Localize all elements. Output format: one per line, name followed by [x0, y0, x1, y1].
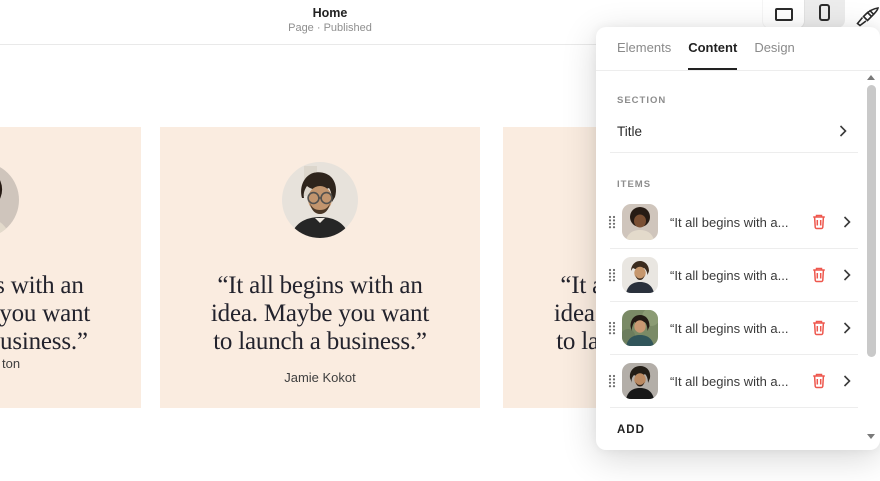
testimonial-author-name: Jamie Kokot — [284, 370, 356, 385]
item-text: “It all begins with a... — [670, 320, 789, 336]
desktop-icon — [774, 8, 793, 21]
item-avatar — [622, 310, 658, 346]
content-settings-panel: Elements Content Design SECTION Title IT… — [596, 27, 880, 450]
item-avatar — [622, 257, 658, 293]
chevron-right-icon — [843, 216, 851, 228]
delete-item-button[interactable] — [811, 213, 829, 231]
items-label: ITEMS — [617, 179, 652, 190]
testimonial-quote: “It all begins with an idea. Maybe you w… — [210, 272, 430, 355]
chevron-right-icon — [843, 322, 851, 334]
testimonial-card-center[interactable]: “It all begins with an idea. Maybe you w… — [160, 127, 480, 408]
panel-scrollbar[interactable] — [867, 85, 876, 357]
trash-icon — [813, 214, 825, 230]
page-status: Page · Published — [288, 22, 372, 34]
chevron-right-icon — [843, 375, 851, 387]
section-label: SECTION — [617, 95, 667, 106]
device-preview-toggle — [763, 0, 845, 28]
list-item[interactable]: “It all begins with a... — [596, 249, 880, 301]
drag-handle-icon[interactable] — [605, 215, 619, 229]
woman-afro-avatar-image — [0, 162, 19, 238]
man-beard-avatar-image — [622, 257, 658, 293]
trash-icon — [813, 320, 825, 336]
list-item[interactable]: “It all begins with a... — [596, 196, 880, 248]
scroll-up-arrow-icon[interactable] — [867, 75, 875, 80]
section-title-text: Title — [617, 123, 643, 139]
testimonial-card-left[interactable]: “It all begins with an idea. Maybe you w… — [0, 127, 141, 408]
trash-icon — [813, 373, 825, 389]
tab-content[interactable]: Content — [688, 27, 738, 70]
item-text: “It all begins with a... — [670, 267, 789, 283]
tab-design[interactable]: Design — [754, 27, 794, 70]
drag-handle-icon[interactable] — [605, 268, 619, 282]
list-item[interactable]: “It all begins with a... — [596, 302, 880, 354]
page-title: Home — [312, 6, 348, 20]
man-glasses-avatar-image — [282, 162, 358, 238]
page-title-menu[interactable]: Home Page · Published — [288, 6, 372, 35]
tab-elements[interactable]: Elements — [617, 27, 671, 70]
item-text: “It all begins with a... — [670, 373, 789, 389]
testimonial-avatar — [282, 162, 358, 238]
woman-smiling-avatar-image — [622, 310, 658, 346]
mobile-preview-button[interactable] — [804, 0, 845, 28]
mobile-phone-icon — [819, 4, 830, 21]
desktop-preview-button[interactable] — [763, 0, 804, 28]
chevron-right-icon — [843, 269, 851, 281]
list-item[interactable]: “It all begins with a... — [596, 355, 880, 407]
item-text: “It all begins with a... — [670, 214, 789, 230]
testimonial-author-name: ton — [2, 356, 21, 371]
add-item-button[interactable]: ADD — [596, 408, 880, 452]
panel-tabs: Elements Content Design — [596, 27, 880, 71]
drag-handle-icon[interactable] — [605, 321, 619, 335]
trash-icon — [813, 267, 825, 283]
delete-item-button[interactable] — [811, 266, 829, 284]
man-dark-hair-avatar-image — [622, 363, 658, 399]
item-avatar — [622, 204, 658, 240]
chevron-right-icon — [839, 125, 847, 137]
section-title-row[interactable]: Title — [596, 110, 880, 152]
items-list: “It all begins with a... “It all begins … — [596, 196, 880, 408]
drag-handle-icon[interactable] — [605, 374, 619, 388]
testimonial-quote: “It all begins with an idea. Maybe you w… — [0, 272, 91, 355]
item-avatar — [622, 363, 658, 399]
woman-afro-avatar-image — [622, 204, 658, 240]
delete-item-button[interactable] — [811, 372, 829, 390]
testimonial-avatar — [0, 162, 19, 238]
scroll-down-arrow-icon[interactable] — [867, 434, 875, 439]
divider — [610, 152, 858, 153]
delete-item-button[interactable] — [811, 319, 829, 337]
